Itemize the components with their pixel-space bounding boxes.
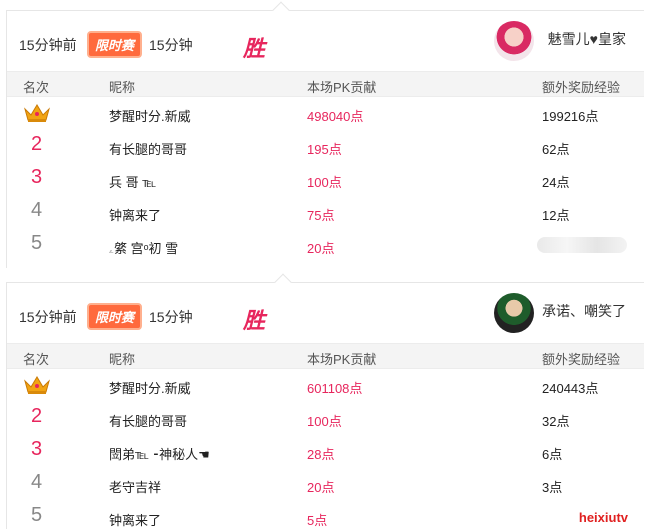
crown-icon [24, 104, 50, 122]
battle-header: 15分钟前 限时赛 15分钟 胜 承诺、嘲笑了 [7, 283, 644, 343]
header-name: 昵称 [109, 352, 136, 367]
row-rank: 3 [31, 438, 43, 460]
battle-header: 15分钟前 限时赛 15分钟 胜 魅雪儿♥皇家 [7, 11, 644, 71]
opponent-avatar[interactable] [494, 21, 534, 61]
table-row: 梦醒时分.新威 498040点 199216点 [7, 97, 644, 130]
row-name[interactable]: 钟离来了 [109, 205, 161, 224]
row-pk: 195点 [307, 142, 342, 157]
opponent-name[interactable]: 承诺、嘲笑了 [542, 301, 626, 321]
row-name[interactable]: 老守吉祥 [109, 477, 161, 496]
table-row: 3 閚弟℡ ⁃神秘人☚ 28点 6点 [7, 435, 644, 468]
row-rank: 4 [31, 471, 43, 493]
row-pk: 28点 [307, 447, 335, 462]
result-label: 胜 [243, 36, 266, 61]
row-name[interactable]: 钟离来了 [109, 510, 161, 529]
battle-card: 15分钟前 限时赛 15分钟 胜 承诺、嘲笑了 名次 昵称 本场PK贡献 额外奖… [6, 273, 644, 529]
battle-card: 15分钟前 限时赛 15分钟 胜 魅雪儿♥皇家 名次 昵称 本场PK贡献 额外奖… [6, 1, 644, 268]
row-name[interactable]: ۦ綮 宫ᵒ初 雪 [109, 238, 178, 257]
mode-badge: 限时赛 [87, 303, 143, 330]
row-pk: 498040点 [307, 109, 364, 124]
row-exp: 24点 [542, 175, 570, 190]
crown-icon [24, 376, 50, 394]
table-row: 4 老守吉祥 20点 3点 [7, 468, 644, 501]
table-row: 3 兵 哥 ℡ 100点 24点 [7, 163, 644, 196]
time-ago: 15分钟前 [19, 37, 77, 53]
row-exp: 3点 [542, 480, 563, 495]
row-pk: 100点 [307, 175, 342, 190]
table-row: 4 钟离来了 75点 12点 [7, 196, 644, 229]
duration: 15分钟 [149, 37, 193, 53]
row-rank: 3 [31, 166, 43, 188]
header-rank: 名次 [23, 352, 50, 367]
header-exp: 额外奖励经验 [542, 352, 621, 367]
table-header: 名次 昵称 本场PK贡献 额外奖励经验 [7, 71, 644, 97]
row-name[interactable]: 有长腿的哥哥 [109, 411, 187, 430]
row-rank: 5 [31, 232, 43, 254]
table-header: 名次 昵称 本场PK贡献 额外奖励经验 [7, 343, 644, 369]
row-exp: 32点 [542, 414, 570, 429]
blurred-value [537, 237, 627, 253]
watermark: heixiutv [578, 510, 628, 525]
row-pk: 75点 [307, 208, 335, 223]
row-pk: 20点 [307, 241, 335, 256]
result-label: 胜 [243, 308, 266, 333]
row-exp: 199216点 [542, 109, 599, 124]
row-rank: 2 [31, 405, 43, 427]
table-row: 5 ۦ綮 宫ᵒ初 雪 20点 [7, 229, 644, 262]
row-name[interactable]: 有长腿的哥哥 [109, 139, 187, 158]
duration: 15分钟 [149, 309, 193, 325]
row-name[interactable]: 兵 哥 ℡ [109, 172, 156, 191]
row-name[interactable]: 閚弟℡ ⁃神秘人☚ [109, 444, 210, 463]
row-exp: 240443点 [542, 381, 599, 396]
table-row: 2 有长腿的哥哥 100点 32点 [7, 402, 644, 435]
row-rank: 2 [31, 133, 43, 155]
row-pk: 5点 [307, 513, 328, 528]
row-rank: 4 [31, 199, 43, 221]
row-rank: 5 [31, 504, 43, 526]
time-ago: 15分钟前 [19, 309, 77, 325]
table-row: 梦醒时分.新威 601108点 240443点 [7, 369, 644, 402]
row-pk: 20点 [307, 480, 335, 495]
row-exp: 62点 [542, 142, 570, 157]
opponent-name[interactable]: 魅雪儿♥皇家 [548, 29, 626, 49]
row-name[interactable]: 梦醒时分.新威 [109, 106, 191, 125]
row-exp: 12点 [542, 208, 570, 223]
row-pk: 100点 [307, 414, 342, 429]
table-row: 5 钟离来了 5点 [7, 501, 644, 529]
header-name: 昵称 [109, 80, 136, 95]
header-pk: 本场PK贡献 [307, 352, 377, 367]
header-exp: 额外奖励经验 [542, 80, 621, 95]
header-pk: 本场PK贡献 [307, 80, 377, 95]
opponent-avatar[interactable] [494, 293, 534, 333]
row-exp: 6点 [542, 447, 563, 462]
header-rank: 名次 [23, 80, 50, 95]
row-name[interactable]: 梦醒时分.新威 [109, 378, 191, 397]
mode-badge: 限时赛 [87, 31, 143, 58]
table-row: 2 有长腿的哥哥 195点 62点 [7, 130, 644, 163]
row-pk: 601108点 [307, 381, 363, 396]
